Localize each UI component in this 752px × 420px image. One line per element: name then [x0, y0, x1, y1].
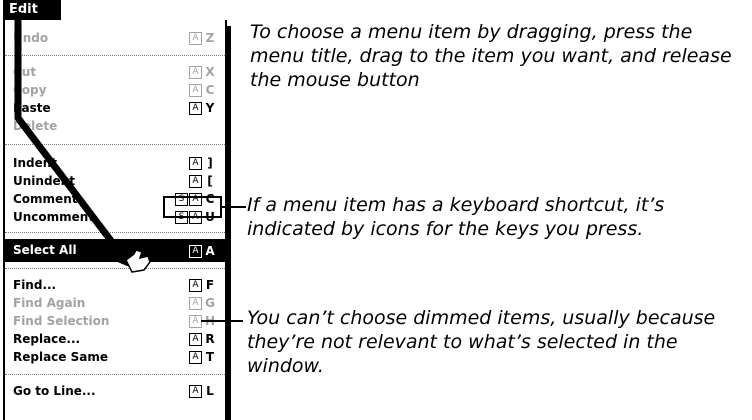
dimmed-leader-line	[201, 320, 243, 322]
shortcut-keys: AT	[189, 350, 217, 364]
shortcut-keys: AF	[189, 278, 217, 292]
menu-item-label: Select All	[13, 243, 77, 257]
menu-item-label: Replace Same	[13, 350, 108, 364]
menu-separator	[5, 55, 225, 56]
menu-item-label: Comment	[13, 192, 78, 206]
shortcut-keys: A[	[189, 174, 217, 188]
shortcut-keys: AZ	[189, 31, 217, 45]
shortcut-keys: AY	[189, 101, 217, 115]
shortcut-key: C	[205, 83, 215, 97]
menu-item-label: Unindent	[13, 174, 75, 188]
command-key-icon: A	[189, 278, 202, 292]
menu-item-label: Uncomment	[13, 210, 95, 224]
menu-item-label: Cut	[13, 65, 37, 79]
command-key-icon: A	[189, 31, 202, 45]
shortcut-leader-line	[222, 206, 246, 208]
shortcut-keys: AC	[189, 83, 217, 97]
shortcut-key: Z	[205, 31, 215, 45]
command-key-icon: A	[189, 174, 202, 188]
menu-item-copy: Copy AC	[5, 80, 225, 100]
menu-item-indent[interactable]: Indent A]	[5, 153, 225, 173]
menu-item-find-again: Find Again AG	[5, 293, 225, 313]
command-key-icon: A	[189, 244, 202, 258]
callout-dimmed-items: You can’t choose dimmed items, usually b…	[247, 307, 716, 377]
menu-item-label: Find Selection	[13, 314, 110, 328]
menu-item-replace[interactable]: Replace... AR	[5, 329, 225, 349]
shortcut-key: Y	[205, 101, 215, 115]
callout-keyboard-shortcut: If a menu item has a keyboard shortcut, …	[247, 194, 665, 240]
menu-item-replace-same[interactable]: Replace Same AT	[5, 347, 225, 367]
command-key-icon: A	[189, 101, 202, 115]
shortcut-keys: AX	[189, 65, 217, 79]
shortcut-key: T	[205, 350, 215, 364]
shortcut-key: L	[206, 384, 214, 398]
menu-item-label: Delete	[13, 119, 58, 133]
shortcut-key: X	[205, 65, 215, 79]
menu-item-find-selection: Find Selection AH	[5, 311, 225, 331]
menu-title-edit[interactable]: Edit	[3, 0, 61, 20]
shortcut-highlight-box	[163, 196, 222, 218]
menu-item-label: Copy	[13, 83, 47, 97]
menu-separator	[5, 374, 225, 375]
command-key-icon: A	[189, 296, 202, 310]
menu-item-unindent[interactable]: Unindent A[	[5, 171, 225, 191]
menu-item-paste[interactable]: Paste AY	[5, 98, 225, 118]
command-key-icon: A	[189, 350, 202, 364]
command-key-icon: A	[189, 384, 202, 398]
shortcut-key: G	[205, 296, 215, 310]
shortcut-key: [	[207, 174, 213, 188]
menu-item-label: Paste	[13, 101, 51, 115]
menu-item-find[interactable]: Find... AF	[5, 275, 225, 295]
shortcut-keys: A]	[189, 156, 217, 170]
shortcut-key: F	[205, 278, 215, 292]
shortcut-keys: AA	[189, 244, 217, 258]
menu-item-label: Find Again	[13, 296, 86, 310]
menu-separator	[5, 232, 225, 233]
menu-item-delete: Delete	[5, 116, 225, 136]
shortcut-keys: AG	[189, 296, 217, 310]
menu-separator	[5, 144, 225, 145]
menu-item-label: Replace...	[13, 332, 81, 346]
menu-item-go-to-line[interactable]: Go to Line... AL	[5, 381, 225, 401]
menu-separator	[5, 268, 225, 269]
shortcut-key: R	[205, 332, 215, 346]
menu-item-undo: Undo AZ	[5, 28, 225, 48]
command-key-icon: A	[189, 65, 202, 79]
menu-item-label: Indent	[13, 156, 58, 170]
shortcut-key: ]	[207, 156, 213, 170]
menu-item-label: Undo	[13, 31, 49, 45]
command-key-icon: A	[189, 83, 202, 97]
shortcut-key: A	[205, 243, 215, 258]
shortcut-keys: AL	[189, 384, 217, 398]
shortcut-keys: AR	[189, 332, 217, 346]
menu-item-select-all[interactable]: Select All AA	[5, 239, 225, 262]
menu-item-cut: Cut AX	[5, 62, 225, 82]
menu-item-label: Go to Line...	[13, 384, 96, 398]
callout-drag-instructions: To choose a menu item by dragging, press…	[250, 21, 732, 91]
command-key-icon: A	[189, 156, 202, 170]
edit-menu: Undo AZ Cut AX Copy AC Paste AY Delete I…	[3, 20, 231, 420]
command-key-icon: A	[189, 332, 202, 346]
menu-item-label: Find...	[13, 278, 57, 292]
